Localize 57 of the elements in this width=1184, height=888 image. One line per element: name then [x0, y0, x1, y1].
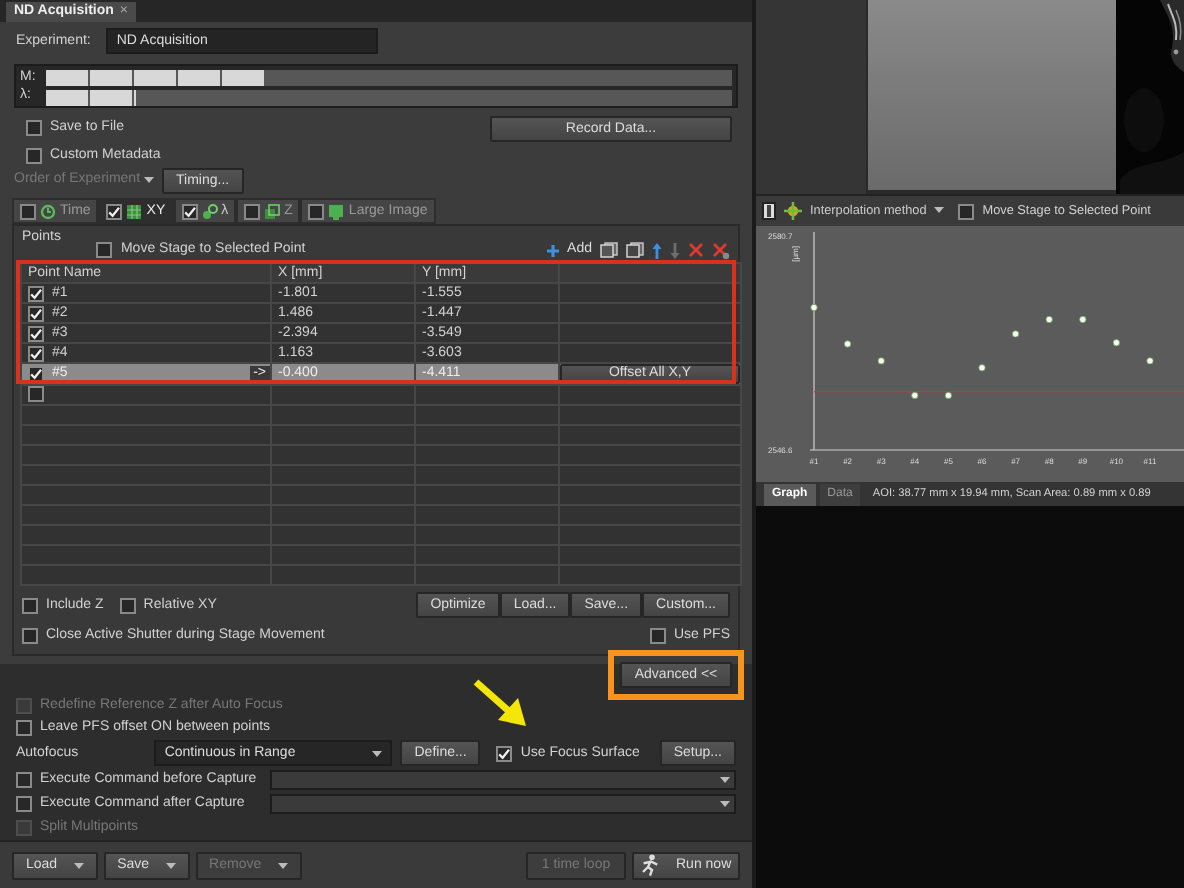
checkbox[interactable] [28, 345, 44, 362]
command-field[interactable] [270, 794, 736, 815]
caret-icon [372, 749, 383, 758]
delete-all-icon[interactable] [712, 241, 730, 260]
clock-icon [40, 203, 56, 220]
checkbox[interactable] [496, 745, 513, 762]
delete-icon[interactable] [688, 242, 704, 259]
command-field[interactable] [270, 770, 736, 791]
caret-icon [934, 206, 945, 215]
data-point[interactable] [944, 391, 952, 399]
caret-icon [720, 800, 730, 809]
plus-icon [545, 243, 560, 258]
circles-icon [201, 203, 218, 220]
caret-icon [73, 861, 84, 870]
data-point[interactable] [1012, 330, 1020, 338]
checkbox[interactable] [28, 305, 44, 322]
checkbox[interactable] [22, 628, 38, 645]
data-point[interactable] [1112, 339, 1120, 347]
checkbox[interactable] [16, 719, 32, 736]
panel-icon[interactable] [762, 202, 776, 220]
checkbox[interactable] [26, 147, 42, 164]
caret-icon [165, 861, 176, 870]
data-point[interactable] [1045, 315, 1053, 324]
checkbox[interactable] [28, 325, 44, 342]
data-point[interactable] [877, 357, 885, 365]
stack-icon [264, 203, 281, 220]
caret-icon [720, 776, 730, 785]
data-point[interactable] [810, 303, 818, 312]
data-point[interactable] [1079, 315, 1087, 324]
checkbox[interactable] [119, 597, 136, 614]
checkbox[interactable] [106, 203, 123, 220]
checkbox[interactable] [20, 203, 36, 220]
checkbox[interactable] [649, 628, 666, 645]
up-arrow-icon[interactable] [652, 241, 662, 260]
caret-icon [277, 861, 288, 870]
data-point[interactable] [1146, 357, 1154, 365]
grid-icon [126, 203, 143, 220]
checkbox[interactable] [16, 772, 32, 789]
checkbox[interactable] [26, 120, 42, 137]
checkbox[interactable] [96, 242, 113, 259]
annotation-arrow [472, 678, 532, 731]
checkbox[interactable] [22, 597, 38, 614]
data-point[interactable] [978, 364, 986, 372]
checkbox[interactable] [181, 203, 198, 220]
data-point[interactable] [844, 340, 852, 348]
checkbox[interactable] [244, 203, 261, 220]
checkbox[interactable] [308, 203, 325, 220]
checkbox[interactable] [28, 285, 44, 302]
caret-icon [144, 176, 154, 185]
monitor-icon [328, 203, 345, 220]
data-point[interactable] [911, 391, 919, 399]
checkbox[interactable] [28, 366, 44, 383]
checkbox[interactable] [16, 796, 32, 813]
crosshair-icon[interactable] [784, 202, 802, 220]
checkbox[interactable] [28, 386, 44, 403]
checkbox[interactable] [958, 203, 975, 219]
runner-icon [640, 854, 660, 877]
